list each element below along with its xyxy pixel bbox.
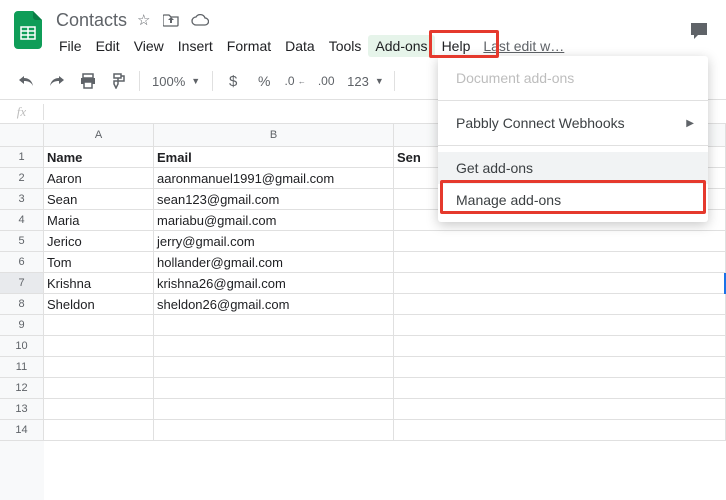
menu-data[interactable]: Data xyxy=(278,35,322,57)
row-header[interactable]: 4 xyxy=(0,210,44,231)
menu-insert[interactable]: Insert xyxy=(171,35,220,57)
cloud-status-icon[interactable] xyxy=(191,14,209,26)
col-header-a[interactable]: A xyxy=(44,124,154,147)
cell[interactable] xyxy=(44,378,154,399)
cell[interactable]: Aaron xyxy=(44,168,154,189)
menu-separator xyxy=(438,145,708,146)
cell[interactable] xyxy=(394,294,726,315)
cell[interactable]: Sheldon xyxy=(44,294,154,315)
cell[interactable] xyxy=(154,420,394,441)
menu-item-manage-addons[interactable]: Manage add-ons xyxy=(438,184,708,216)
zoom-value: 100% xyxy=(152,74,185,89)
zoom-select[interactable]: 100% ▼ xyxy=(146,74,206,89)
paint-format-icon[interactable] xyxy=(105,67,133,95)
select-all-corner[interactable] xyxy=(0,124,44,147)
cell[interactable] xyxy=(394,378,726,399)
row-header[interactable]: 11 xyxy=(0,357,44,378)
cell[interactable]: Sean xyxy=(44,189,154,210)
menu-view[interactable]: View xyxy=(127,35,171,57)
menu-bar: File Edit View Insert Format Data Tools … xyxy=(52,34,716,58)
currency-icon[interactable]: $ xyxy=(219,67,247,95)
decrease-decimal-icon[interactable]: .0 ← xyxy=(281,67,309,95)
row-header[interactable]: 5 xyxy=(0,231,44,252)
row-header[interactable]: 13 xyxy=(0,399,44,420)
cell[interactable] xyxy=(394,420,726,441)
menu-format[interactable]: Format xyxy=(220,35,278,57)
chevron-down-icon: ▼ xyxy=(375,76,384,86)
print-icon[interactable] xyxy=(74,67,102,95)
fx-label: fx xyxy=(0,104,44,120)
cell[interactable] xyxy=(44,336,154,357)
cell[interactable]: Jerico xyxy=(44,231,154,252)
menu-item-pabbly[interactable]: Pabbly Connect Webhooks▶ xyxy=(438,107,708,139)
last-edit-link[interactable]: Last edit w… xyxy=(483,38,564,54)
cell[interactable] xyxy=(394,315,726,336)
menu-item-get-addons[interactable]: Get add-ons xyxy=(438,152,708,184)
comments-icon[interactable] xyxy=(688,20,710,45)
cell[interactable]: mariabu@gmail.com xyxy=(154,210,394,231)
cell[interactable]: Krishna xyxy=(44,273,154,294)
doc-title[interactable]: Contacts xyxy=(52,9,131,32)
cell[interactable]: krishna26@gmail.com xyxy=(154,273,394,294)
star-icon[interactable]: ☆ xyxy=(137,11,150,29)
row-header[interactable]: 12 xyxy=(0,378,44,399)
cell[interactable]: Maria xyxy=(44,210,154,231)
menu-file[interactable]: File xyxy=(52,35,89,57)
number-format-select[interactable]: 123 ▼ xyxy=(343,74,388,89)
row-header[interactable]: 2 xyxy=(0,168,44,189)
redo-icon[interactable] xyxy=(43,67,71,95)
increase-decimal-icon[interactable]: .00 xyxy=(312,67,340,95)
row-header[interactable]: 6 xyxy=(0,252,44,273)
menu-addons[interactable]: Add-ons xyxy=(368,35,434,57)
cell[interactable] xyxy=(44,420,154,441)
cell[interactable] xyxy=(44,315,154,336)
cell[interactable] xyxy=(44,357,154,378)
cell[interactable] xyxy=(394,252,726,273)
cell[interactable] xyxy=(394,336,726,357)
cell[interactable] xyxy=(154,357,394,378)
cell[interactable]: hollander@gmail.com xyxy=(154,252,394,273)
row-header[interactable]: 14 xyxy=(0,420,44,441)
col-header-b[interactable]: B xyxy=(154,124,394,147)
cell[interactable] xyxy=(154,336,394,357)
menu-edit[interactable]: Edit xyxy=(89,35,127,57)
row-header[interactable]: 8 xyxy=(0,294,44,315)
row-header[interactable]: 3 xyxy=(0,189,44,210)
cell[interactable]: Name xyxy=(44,147,154,168)
cell[interactable]: sheldon26@gmail.com xyxy=(154,294,394,315)
row-header[interactable]: 7 xyxy=(0,273,44,294)
cell[interactable] xyxy=(394,399,726,420)
cell[interactable] xyxy=(154,399,394,420)
cell[interactable]: sean123@gmail.com xyxy=(154,189,394,210)
percent-icon[interactable]: % xyxy=(250,67,278,95)
cell[interactable] xyxy=(44,399,154,420)
chevron-down-icon: ▼ xyxy=(191,76,200,86)
menu-separator xyxy=(438,100,708,101)
row-header[interactable]: 10 xyxy=(0,336,44,357)
cell[interactable]: jerry@gmail.com xyxy=(154,231,394,252)
menu-help[interactable]: Help xyxy=(435,35,478,57)
sheets-logo[interactable] xyxy=(10,6,46,54)
move-icon[interactable] xyxy=(163,13,179,27)
undo-icon[interactable] xyxy=(12,67,40,95)
cell[interactable] xyxy=(154,315,394,336)
cell[interactable]: Email xyxy=(154,147,394,168)
row-header[interactable]: 1 xyxy=(0,147,44,168)
menu-tools[interactable]: Tools xyxy=(322,35,369,57)
number-format-value: 123 xyxy=(347,74,369,89)
cell[interactable]: Tom xyxy=(44,252,154,273)
chevron-right-icon: ▶ xyxy=(686,118,694,129)
cell[interactable] xyxy=(394,357,726,378)
cell[interactable] xyxy=(394,231,726,252)
cell[interactable] xyxy=(394,273,726,294)
cell[interactable]: aaronmanuel1991@gmail.com xyxy=(154,168,394,189)
addons-menu: Document add-ons Pabbly Connect Webhooks… xyxy=(438,56,708,222)
row-header[interactable]: 9 xyxy=(0,315,44,336)
cell[interactable] xyxy=(154,378,394,399)
menu-item-document-addons[interactable]: Document add-ons xyxy=(438,62,708,94)
